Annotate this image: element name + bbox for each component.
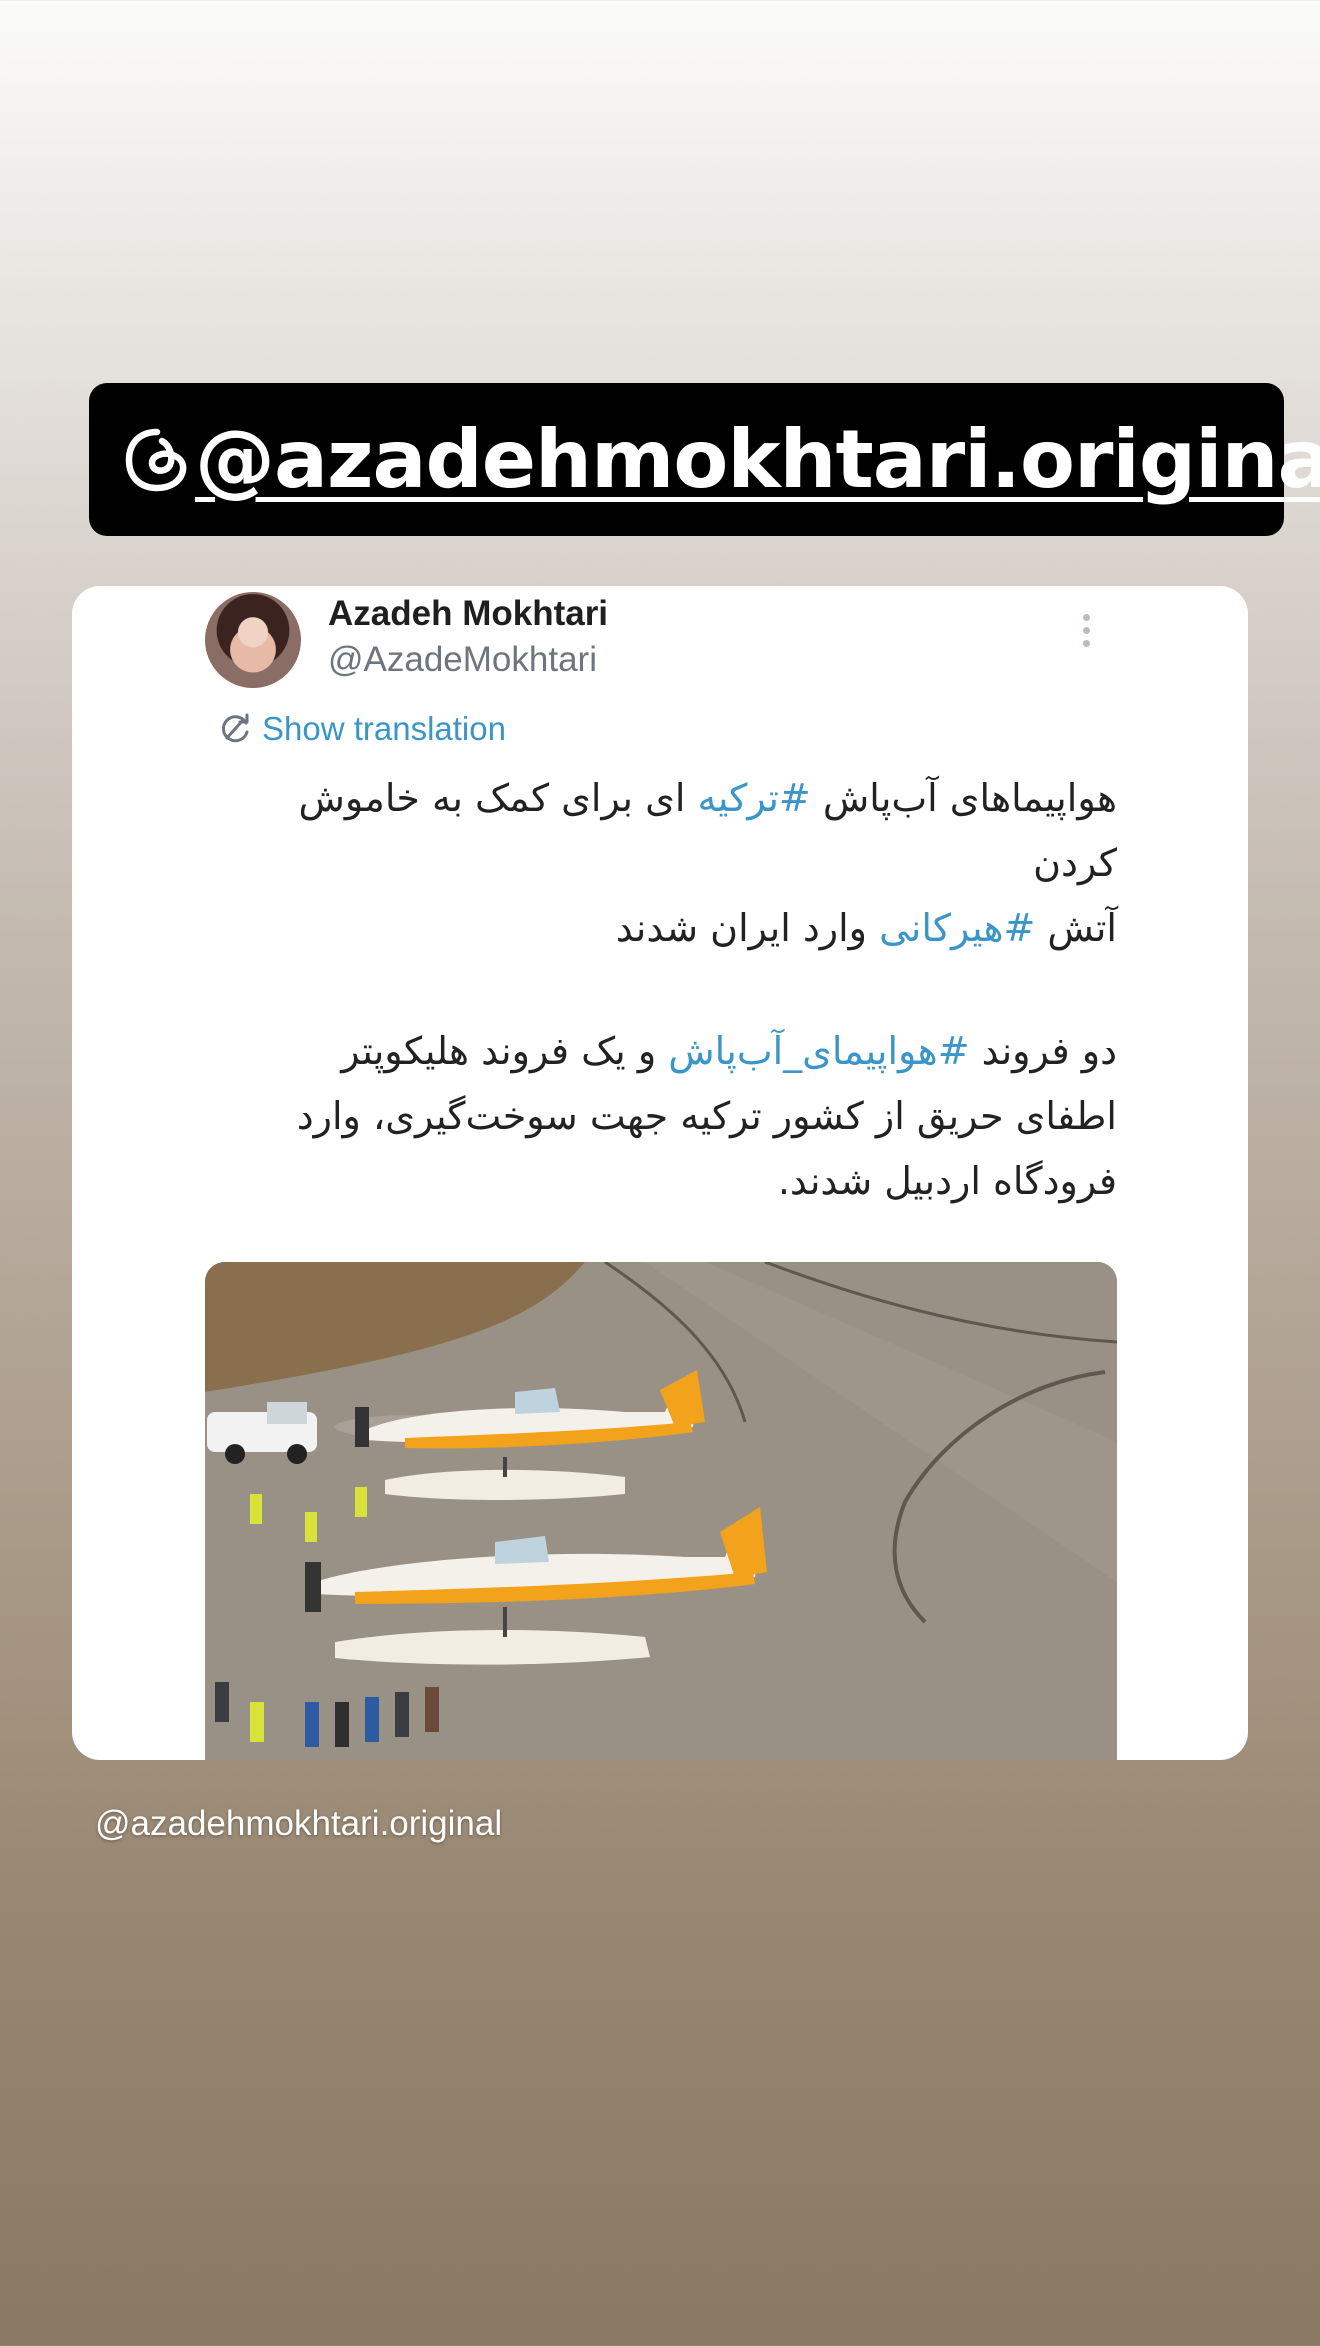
- author-handle[interactable]: @AzadeMokhtari: [328, 640, 597, 680]
- tweet-text-span: دو فروند: [969, 1029, 1117, 1073]
- translate-icon: [221, 713, 249, 743]
- tweet-paragraph-2: دو فروند #هواپیمای_آب‌پاش و یک فروند هلی…: [272, 1019, 1117, 1214]
- tweet-paragraph-1: هواپیماهای آب‌پاش #ترکیه ای برای کمک به …: [272, 766, 1117, 961]
- footer-username[interactable]: @azadehmokhtari.original: [95, 1804, 502, 1844]
- tweet-card[interactable]: Azadeh Mokhtari @AzadeMokhtari Show tran…: [72, 586, 1248, 1760]
- hashtag-link[interactable]: #هواپیمای_آب‌پاش: [668, 1029, 969, 1073]
- photo-of-firefighting-planes: [205, 1262, 1117, 1760]
- tweet-text-span: آتش: [1035, 906, 1117, 950]
- threads-icon: [125, 428, 187, 491]
- show-translation-label: Show translation: [262, 710, 506, 747]
- sticker-username: @azadehmokhtari.original: [195, 413, 1320, 506]
- tweet-media-photo[interactable]: [205, 1262, 1117, 1760]
- tweet-text-span: وارد ایران شدند: [615, 906, 880, 950]
- avatar[interactable]: [205, 592, 301, 688]
- username-sticker[interactable]: @azadehmokhtari.original: [89, 383, 1320, 536]
- show-translation-link[interactable]: Show translation: [218, 710, 506, 748]
- hashtag-link[interactable]: #ترکیه: [697, 776, 810, 820]
- more-vertical-icon[interactable]: [1080, 614, 1092, 654]
- hashtag-link[interactable]: #هیرکانی: [879, 906, 1035, 950]
- tweet-text-span: هواپیماهای آب‌پاش: [810, 776, 1117, 820]
- author-name[interactable]: Azadeh Mokhtari: [328, 594, 608, 634]
- tweet-text: هواپیماهای آب‌پاش #ترکیه ای برای کمک به …: [272, 766, 1117, 1214]
